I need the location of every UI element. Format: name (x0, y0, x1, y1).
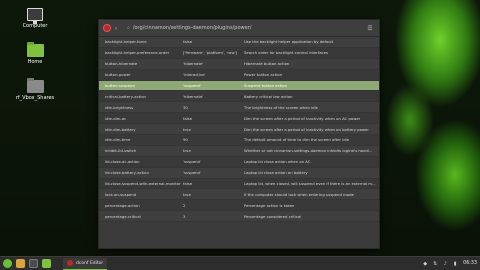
key-key: percentage-action (105, 202, 140, 208)
computer-icon (27, 8, 43, 24)
key-key: idle-dim-time (105, 137, 131, 143)
key-key: inhibit-lid-switch (105, 148, 137, 154)
key-key: lid-close-ac-action (105, 159, 140, 165)
files-icon[interactable] (16, 259, 25, 268)
key-summary: Hibernate button action (244, 61, 290, 67)
path-text: /org/cinnamon/settings-daemon/plugins/po… (132, 25, 252, 31)
key-summary: Suspend button action (244, 83, 287, 88)
system-tray: ◆ ⇅ ♪ ▮ 06:33 (418, 261, 477, 267)
key-key: button-hibernate (105, 61, 138, 67)
key-key: button-suspend (105, 83, 135, 88)
key-row[interactable]: backlight-helper-preference-order ['firmw… (99, 47, 379, 59)
key-row[interactable]: lid-close-ac-action 'suspend' Laptop lid c… (99, 156, 379, 168)
key-list: backlight-helper-force false Use the backl… (99, 37, 379, 223)
path-bar[interactable]: ⌕ /org/cinnamon/settings-daemon/plugins/… (127, 23, 365, 34)
key-row[interactable]: inhibit-lid-switch true Whether or not cin… (99, 145, 379, 157)
key-value: 'suspend' (183, 159, 202, 165)
terminal-icon[interactable] (29, 259, 38, 268)
key-summary: Percentage considered critical (244, 213, 302, 219)
shield-icon[interactable]: ◆ (422, 261, 428, 267)
key-row[interactable]: button-hibernate 'hibernate' Hibernate but… (99, 58, 379, 70)
dconf-editor-icon (103, 24, 111, 32)
desktop-icon-label: Home (27, 59, 43, 65)
key-row[interactable]: lock-on-suspend true If the computer shoul… (99, 189, 379, 201)
key-summary: Battery critical low action (244, 93, 293, 99)
key-summary: Power button action (244, 72, 283, 78)
key-row[interactable]: idle-dim-time 90 The default amount of tim… (99, 135, 379, 146)
desktop-icon-label: rf_Vbox_Shares (15, 95, 55, 101)
taskbar: dconf Editor ◆ ⇅ ♪ ▮ 06:33 (0, 256, 480, 270)
shared-folder-icon (26, 78, 44, 93)
key-value: 3 (183, 213, 186, 219)
key-key: backlight-helper-force (105, 39, 147, 45)
key-key: lock-on-suspend (105, 191, 137, 197)
key-row[interactable]: percentage-critical 3 Percentage considere… (99, 211, 379, 223)
key-value: 'interactive' (183, 72, 206, 78)
window-titlebar: ‹ ⌕ /org/cinnamon/settings-daemon/plugin… (99, 20, 379, 37)
key-value: 'suspend' (183, 83, 202, 88)
volume-icon[interactable]: ♪ (442, 261, 448, 267)
key-value: false (183, 181, 193, 187)
menu-icon[interactable] (3, 259, 12, 268)
search-icon: ⌕ (127, 25, 130, 31)
task-label: dconf Editor (76, 260, 104, 266)
desktop-icon-shares[interactable]: rf_Vbox_Shares (5, 78, 65, 101)
key-value: true (183, 191, 191, 197)
home-folder-icon (26, 42, 44, 57)
key-key: percentage-critical (105, 213, 141, 219)
key-row[interactable]: idle-dim-ac false Dim the screen after a p… (99, 113, 379, 125)
key-summary: Search order for backlight control inter… (244, 50, 328, 56)
battery-icon[interactable]: ▮ (452, 261, 458, 267)
key-key: button-power (105, 72, 131, 78)
key-row[interactable]: idle-dim-battery true Dim the screen after… (99, 124, 379, 136)
key-row[interactable]: critical-battery-action 'hibernate' Batter… (99, 91, 379, 103)
dconf-editor-window: ‹ ⌕ /org/cinnamon/settings-daemon/plugin… (98, 19, 380, 249)
key-summary: Laptop lid close action on battery (244, 170, 308, 176)
clock[interactable]: 06:33 (463, 261, 477, 266)
key-row[interactable]: percentage-action 2 Percentage action is t… (99, 200, 379, 212)
key-value: 'hibernate' (183, 93, 204, 99)
key-key: lid-close-suspend-with-external-monitor (105, 181, 181, 187)
key-summary: If the computer should lock when enterin… (244, 191, 354, 197)
key-summary: Dim the screen after a period of inactiv… (244, 126, 369, 132)
key-row[interactable]: lid-close-suspend-with-external-monitor f… (99, 178, 379, 190)
key-key: idle-brightness (105, 104, 134, 110)
key-value: 30 (183, 104, 188, 110)
key-key: lid-close-battery-action (105, 170, 149, 176)
folder-icon[interactable] (42, 259, 51, 268)
key-value: ['firmware', 'platform', 'raw'] (183, 50, 238, 56)
key-summary: The default amount of time to dim the sc… (244, 137, 350, 143)
key-summary: Percentage action is taken (244, 202, 295, 208)
key-key: idle-dim-battery (105, 126, 136, 132)
key-summary: Laptop lid close action when on AC (244, 159, 311, 165)
desktop-icon-computer[interactable]: Computer (5, 8, 65, 29)
key-summary: The brightness of the screen when idle (244, 104, 318, 110)
key-value: false (183, 39, 193, 45)
key-value: 2 (183, 202, 186, 208)
taskbar-entry-dconf[interactable]: dconf Editor (63, 257, 108, 270)
key-value: 90 (183, 137, 188, 143)
key-summary: Whether or not cinnamon-settings-daemon … (244, 148, 373, 154)
key-row[interactable]: backlight-helper-force false Use the backl… (99, 37, 379, 48)
dconf-editor-icon (67, 260, 73, 266)
key-key: idle-dim-ac (105, 115, 127, 121)
key-value: true (183, 148, 191, 154)
key-row[interactable]: button-suspend 'suspend' Suspend button ac… (99, 80, 379, 92)
key-summary: Dim the screen after a period of inactiv… (244, 115, 361, 121)
menu-icon[interactable]: ☰ (365, 25, 375, 32)
key-summary: Laptop lid, when closed, will suspend ev… (244, 181, 376, 187)
key-value: false (183, 115, 193, 121)
key-row[interactable]: idle-brightness 30 The brightness of the s… (99, 102, 379, 114)
key-value: 'suspend' (183, 170, 202, 176)
desktop-icon-home[interactable]: Home (5, 42, 65, 65)
key-row[interactable]: button-power 'interactive' Power button ac… (99, 69, 379, 81)
key-row[interactable]: lid-close-battery-action 'suspend' Laptop … (99, 167, 379, 179)
key-value: true (183, 126, 191, 132)
back-icon[interactable]: ‹ (111, 25, 121, 32)
network-icon[interactable]: ⇅ (432, 261, 438, 267)
key-summary: Use the backlight helper application by … (244, 39, 334, 45)
key-key: critical-battery-action (105, 93, 146, 99)
key-key: backlight-helper-preference-order (105, 50, 170, 56)
key-value: 'hibernate' (183, 61, 204, 67)
